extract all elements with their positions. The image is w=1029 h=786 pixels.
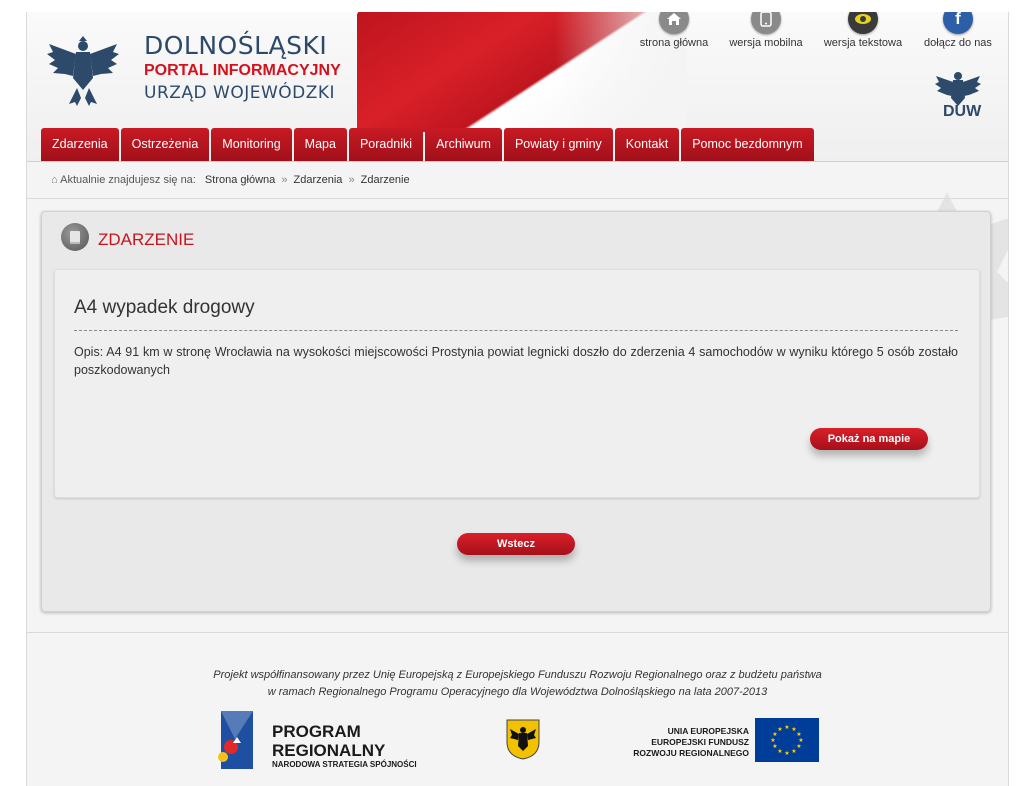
breadcrumb-separator: » — [281, 174, 288, 186]
site-header: DOLNOŚLĄSKI PORTAL INFORMACYJNY URZĄD WO… — [27, 12, 1008, 162]
event-title: A4 wypadek drogowy — [74, 297, 255, 318]
svg-text:★: ★ — [784, 750, 789, 757]
nav-tab-pomoc-bezdomnym[interactable]: Pomoc bezdomnym — [681, 128, 814, 161]
nav-tab-zdarzenia[interactable]: Zdarzenia — [41, 128, 119, 161]
svg-text:★: ★ — [772, 743, 777, 750]
ue-line3: ROZWOJU REGIONALNEGO — [633, 748, 749, 758]
eu-flag: ★ ★★ ★★★ ★★★ ★★★ — [755, 718, 819, 762]
site-title-line3: URZĄD WOJEWÓDZKI — [144, 83, 336, 103]
footer-line1: Projekt współfinansowany przez Unię Euro… — [213, 669, 822, 681]
footer-divider — [27, 632, 1008, 633]
eye-icon — [848, 12, 878, 34]
back-button[interactable]: Wstecz — [457, 533, 575, 555]
show-on-map-button[interactable]: Pokaż na mapie — [810, 428, 928, 450]
top-link-label: wersja tekstowa — [823, 37, 903, 49]
top-link-text-version[interactable]: wersja tekstowa — [820, 12, 906, 49]
site-title-line1: DOLNOŚLĄSKI — [144, 31, 328, 60]
program-regionalny-logo — [218, 711, 253, 769]
nav-tab-archiwum[interactable]: Archiwum — [425, 128, 502, 161]
svg-text:★: ★ — [796, 743, 801, 750]
facebook-icon: f — [943, 12, 973, 34]
svg-text:★: ★ — [784, 724, 789, 731]
home-small-icon: ⌂ — [51, 174, 58, 186]
program-regionalny-title: PROGRAM REGIONALNY — [272, 722, 385, 760]
main-navigation: Zdarzenia Ostrzeżenia Monitoring Mapa Po… — [41, 128, 816, 161]
eu-fund-text: UNIA EUROPEJSKA EUROPEJSKI FUNDUSZ ROZWO… — [607, 726, 749, 759]
breadcrumb-item-current: Zdarzenie — [360, 174, 410, 186]
section-title: ZDARZENIE — [98, 230, 195, 249]
svg-text:★: ★ — [777, 748, 782, 755]
nav-tab-monitoring[interactable]: Monitoring — [211, 128, 292, 161]
top-link-facebook[interactable]: f dołącz do nas — [915, 12, 1001, 49]
breadcrumb-item-zdarzenia[interactable]: Zdarzenia — [294, 174, 343, 186]
nav-tab-powiaty-i-gminy[interactable]: Powiaty i gminy — [503, 128, 613, 161]
top-link-label: wersja mobilna — [729, 37, 803, 49]
top-link-label: dołącz do nas — [924, 37, 992, 49]
ue-line1: UNIA EUROPEJSKA — [667, 726, 749, 736]
program-line1: PROGRAM — [272, 722, 361, 741]
footer-funding-note: Projekt współfinansowany przez Unię Euro… — [27, 667, 1008, 701]
mobile-icon — [751, 12, 781, 34]
nav-tab-poradniki[interactable]: Poradniki — [348, 128, 424, 161]
breadcrumb-prefix: Aktualnie znajdujesz się na: — [60, 174, 196, 186]
page-container: DOLNOŚLĄSKI PORTAL INFORMACYJNY URZĄD WO… — [26, 12, 1009, 786]
breadcrumb-divider — [27, 198, 1008, 199]
top-link-mobile[interactable]: wersja mobilna — [723, 12, 809, 49]
breadcrumb-item-home[interactable]: Strona główna — [205, 174, 275, 186]
site-title-line2: PORTAL INFORMACYJNY — [144, 62, 341, 79]
program-line2: REGIONALNY — [272, 741, 386, 760]
event-details-card: A4 wypadek drogowy Opis: A4 91 km w stro… — [54, 269, 980, 498]
ue-line2: EUROPEJSKI FUNDUSZ — [651, 737, 749, 747]
dashed-divider — [74, 330, 958, 331]
nav-tab-mapa[interactable]: Mapa — [293, 128, 347, 161]
svg-text:★: ★ — [777, 726, 782, 733]
svg-text:★: ★ — [791, 748, 796, 755]
top-link-home[interactable]: strona główna — [631, 12, 717, 49]
breadcrumb-separator: » — [348, 174, 355, 186]
home-icon — [659, 12, 689, 34]
document-icon — [61, 223, 89, 251]
program-line3: NARODOWA STRATEGIA SPÓJNOŚCI — [272, 760, 417, 769]
event-panel: ZDARZENIE A4 wypadek drogowy Opis: A4 91… — [41, 211, 991, 612]
event-description: Opis: A4 91 km w stronę Wrocławia na wys… — [74, 345, 958, 377]
eagle-emblem-logo[interactable] — [43, 30, 123, 110]
nav-divider — [27, 161, 1008, 162]
nav-tab-ostrzezenia[interactable]: Ostrzeżenia — [120, 128, 210, 161]
lower-silesia-coat-of-arms — [506, 719, 540, 760]
duw-logo-text: DUW — [943, 103, 982, 120]
breadcrumb: ⌂ Aktualnie znajdujesz się na: Strona gł… — [51, 174, 410, 186]
nav-tab-kontakt[interactable]: Kontakt — [614, 128, 680, 161]
footer-line2: w ramach Regionalnego Programu Operacyjn… — [267, 686, 768, 698]
svg-text:★: ★ — [770, 737, 775, 744]
top-link-label: strona główna — [639, 37, 709, 49]
